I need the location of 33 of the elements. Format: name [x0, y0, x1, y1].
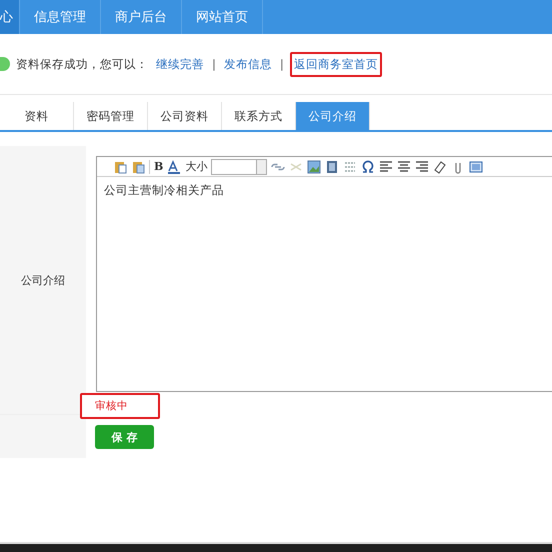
field-label: 公司介绍	[21, 272, 65, 288]
eraser-icon[interactable]	[433, 160, 448, 174]
link[interactable]: 返回商务室首页	[290, 52, 382, 76]
nav-item[interactable]: 网站首页	[182, 0, 263, 34]
tab[interactable]: 公司介绍	[296, 102, 370, 130]
film-icon[interactable]	[325, 160, 340, 174]
tab[interactable]: 公司资料	[148, 102, 222, 130]
tab[interactable]: 资料	[0, 102, 74, 130]
align-left-icon[interactable]	[379, 160, 394, 174]
align-right-icon[interactable]	[415, 160, 430, 174]
review-status: 审核中	[80, 393, 160, 419]
success-icon	[0, 57, 10, 71]
omega-icon[interactable]	[361, 160, 376, 174]
link[interactable]: 发布信息	[222, 54, 274, 74]
align-center-icon[interactable]	[397, 160, 412, 174]
bold-button[interactable]: B	[154, 160, 164, 173]
font-color-icon[interactable]	[167, 160, 182, 174]
nav-item[interactable]: 商户后台	[101, 0, 182, 34]
paste-icon[interactable]	[113, 160, 127, 174]
separator: |	[280, 57, 284, 71]
image-icon[interactable]	[307, 160, 322, 174]
nav-item[interactable]: 信息管理	[20, 0, 101, 34]
window-icon[interactable]	[469, 160, 484, 174]
font-size-label: 大小	[185, 159, 208, 174]
link[interactable]: 继续完善	[154, 54, 206, 74]
save-button[interactable]: 保 存	[95, 425, 154, 449]
rich-text-editor[interactable]: B 大小 公司主营制冷相关产品	[96, 156, 552, 392]
nav-item[interactable]: 心	[0, 0, 20, 34]
paste-text-icon[interactable]	[131, 160, 145, 174]
separator: |	[212, 57, 216, 71]
editor-text: 公司主营制冷相关产品	[103, 182, 225, 199]
success-message: 资料保存成功，您可以：	[16, 56, 148, 72]
tab[interactable]: 密码管理	[74, 102, 148, 130]
